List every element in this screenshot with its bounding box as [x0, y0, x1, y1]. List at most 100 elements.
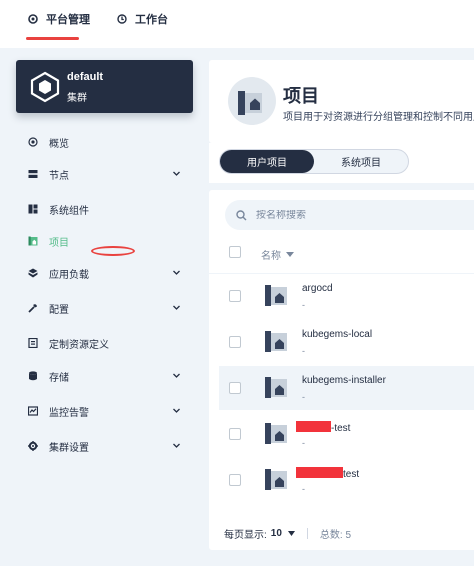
page-size-select[interactable]: 10 — [271, 528, 282, 539]
project-icon — [28, 236, 38, 246]
search-bar[interactable] — [225, 200, 474, 230]
row-checkbox[interactable] — [229, 428, 241, 440]
chevron-down-icon — [173, 373, 180, 378]
project-description: - — [302, 300, 305, 310]
topnav-platform[interactable]: 平台管理 — [28, 11, 90, 27]
row-checkbox[interactable] — [229, 382, 241, 394]
cluster-name: default — [67, 71, 104, 83]
gear-icon — [28, 441, 38, 451]
sidebar-item-storage[interactable]: 存储 — [28, 367, 188, 385]
sidebar-item-monitoring[interactable]: 监控告警 — [28, 402, 188, 420]
sidebar-item-label: 节点 — [49, 170, 69, 182]
top-bar: 平台管理 工作台 — [0, 0, 474, 48]
sidebar-item-label: 应用负载 — [49, 269, 89, 281]
total-count: 总数: 5 — [319, 529, 352, 541]
tab-system-projects[interactable]: 系统项目 — [317, 150, 405, 173]
row-checkbox[interactable] — [229, 474, 241, 486]
table-row[interactable]: argocd - — [219, 274, 474, 318]
project-name: -test — [331, 423, 351, 434]
sidebar-item-label: 配置 — [49, 304, 69, 316]
cluster-logo-icon — [30, 71, 60, 103]
page-description: 项目用于对资源进行分组管理和控制不同用户 — [283, 112, 474, 123]
sidebar-item-nodes[interactable]: 节点 — [28, 165, 188, 183]
chevron-down-icon — [173, 408, 180, 413]
page-title: 项目 — [283, 86, 319, 106]
storage-icon — [29, 371, 37, 381]
sort-caret-icon — [286, 252, 294, 257]
sidebar-item-crd[interactable]: 定制资源定义 — [28, 334, 188, 352]
column-name-label: 名称 — [261, 251, 281, 262]
search-input[interactable] — [256, 209, 456, 221]
sidebar-item-label: 项目 — [49, 237, 69, 249]
project-name-wrapper[interactable]: -test — [296, 421, 350, 434]
sidebar-item-components[interactable]: 系统组件 — [28, 200, 188, 218]
project-icon — [265, 377, 287, 398]
project-description: - — [302, 484, 305, 494]
page-size-label: 每页显示: — [224, 529, 267, 541]
project-list-panel: 名称 argocd - kubegems-local - kubegems — [209, 190, 474, 550]
page-header-icon-bg — [228, 77, 276, 125]
sidebar-item-workloads[interactable]: 应用负载 — [28, 264, 188, 282]
platform-icon — [28, 14, 38, 24]
config-icon — [28, 304, 37, 313]
row-checkbox[interactable] — [229, 336, 241, 348]
project-name-wrapper[interactable]: test — [296, 467, 359, 480]
chevron-down-icon — [173, 171, 180, 176]
row-checkbox[interactable] — [229, 290, 241, 302]
tab-user-projects[interactable]: 用户项目 — [220, 150, 314, 173]
sidebar-item-label: 定制资源定义 — [49, 339, 109, 351]
column-name-header[interactable]: 名称 — [261, 247, 294, 262]
sidebar-item-label: 存储 — [49, 372, 69, 384]
project-icon — [265, 285, 287, 306]
sidebar-item-cluster-settings[interactable]: 集群设置 — [28, 437, 188, 455]
components-icon — [28, 204, 38, 214]
topnav-workbench[interactable]: 工作台 — [117, 11, 168, 27]
table-header — [209, 238, 474, 274]
project-description: - — [302, 346, 305, 356]
project-name[interactable]: kubegems-installer — [302, 375, 386, 386]
project-name[interactable]: kubegems-local — [302, 329, 372, 340]
divider — [306, 527, 308, 539]
topnav-platform-label: 平台管理 — [46, 14, 90, 26]
chevron-down-icon — [173, 305, 180, 310]
workload-icon — [28, 268, 38, 278]
page-header: 项目 项目用于对资源进行分组管理和控制不同用户 — [209, 60, 474, 143]
annotation-underline — [26, 37, 79, 40]
project-icon — [265, 423, 287, 444]
nodes-icon — [28, 170, 38, 178]
cluster-card[interactable] — [16, 60, 193, 113]
project-type-tabs: 用户项目 系统项目 — [219, 149, 409, 174]
select-all-checkbox[interactable] — [229, 246, 241, 258]
project-icon — [238, 91, 262, 115]
cluster-subtitle: 集群 — [67, 93, 87, 104]
search-icon — [236, 209, 247, 220]
project-name: test — [343, 469, 360, 480]
sidebar-item-overview[interactable]: 概览 — [28, 133, 188, 151]
table-row[interactable]: -test - — [219, 412, 474, 456]
sidebar-item-label: 监控告警 — [49, 407, 89, 419]
annotation-ellipse — [91, 246, 135, 256]
project-description: - — [302, 392, 305, 402]
overview-icon — [28, 137, 38, 147]
table-row[interactable]: kubegems-installer - — [219, 366, 474, 410]
redaction-mark — [296, 421, 331, 432]
project-icon — [265, 331, 287, 352]
monitoring-icon — [28, 406, 38, 416]
sidebar-item-config[interactable]: 配置 — [28, 299, 188, 317]
table-row[interactable]: kubegems-local - — [219, 320, 474, 364]
project-name[interactable]: argocd — [302, 283, 333, 294]
chevron-down-icon — [173, 270, 180, 275]
chevron-down-icon — [173, 443, 180, 448]
topnav-workbench-label: 工作台 — [135, 14, 168, 26]
crd-icon — [28, 338, 38, 348]
caret-down-icon[interactable] — [287, 530, 295, 536]
table-row[interactable]: test - — [219, 458, 474, 502]
pagination-footer: 每页显示: 10 总数: 5 — [209, 518, 474, 548]
sidebar-item-label: 概览 — [49, 138, 69, 150]
project-description: - — [302, 438, 305, 448]
tabs-panel: 用户项目 系统项目 — [209, 143, 474, 183]
redaction-mark — [296, 467, 343, 478]
project-icon — [265, 469, 287, 490]
sidebar-item-label: 集群设置 — [49, 442, 89, 454]
sidebar-item-label: 系统组件 — [49, 205, 89, 217]
